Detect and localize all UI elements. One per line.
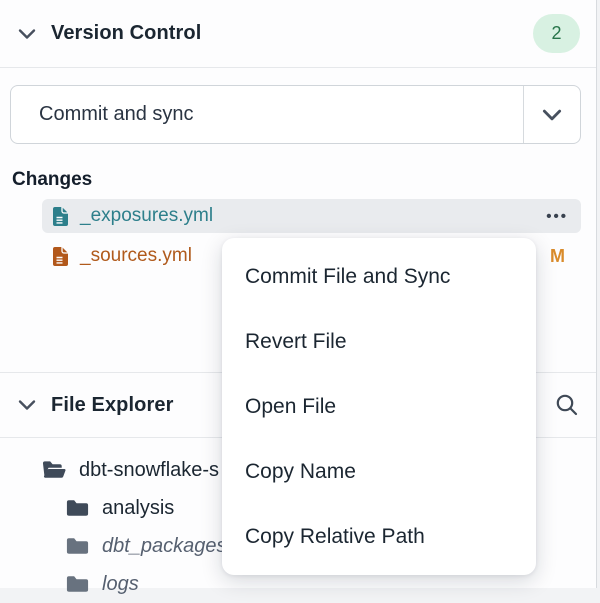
changes-section-label: Changes — [12, 169, 596, 191]
chevron-down-icon[interactable] — [16, 23, 38, 45]
chevron-down-icon — [540, 103, 564, 127]
commit-action-selected[interactable]: Commit and sync — [11, 86, 523, 143]
menu-item-revert-file[interactable]: Revert File — [222, 309, 536, 374]
commit-action-caret-button[interactable] — [523, 86, 580, 143]
file-document-icon — [52, 206, 69, 227]
changes-count-badge: 2 — [533, 14, 580, 53]
chevron-down-icon[interactable] — [16, 394, 38, 416]
search-icon[interactable] — [554, 392, 580, 418]
menu-item-copy-name[interactable]: Copy Name — [222, 439, 536, 504]
menu-item-open-file[interactable]: Open File — [222, 374, 536, 439]
tree-item-label[interactable]: logs — [102, 573, 139, 596]
tree-item-label[interactable]: dbt-snowflake-s — [79, 459, 219, 482]
changed-file-name[interactable]: _exposures.yml — [80, 205, 546, 227]
file-context-menu: Commit File and Sync Revert File Open Fi… — [222, 238, 536, 575]
folder-icon — [65, 574, 90, 594]
file-explorer-title: File Explorer — [51, 394, 173, 417]
menu-item-copy-relative-path[interactable]: Copy Relative Path — [222, 504, 536, 569]
folder-icon — [65, 498, 90, 518]
changed-file-row-exposures[interactable]: _exposures.yml ••• — [42, 199, 581, 233]
file-options-ellipsis-button[interactable]: ••• — [546, 209, 568, 224]
version-control-title: Version Control — [51, 22, 201, 45]
tree-item-label[interactable]: dbt_packages — [102, 535, 227, 558]
folder-open-icon — [42, 460, 67, 480]
tree-item-label[interactable]: analysis — [102, 497, 174, 520]
file-document-icon — [52, 246, 69, 267]
commit-action-dropdown[interactable]: Commit and sync — [10, 85, 581, 144]
menu-item-commit-file-and-sync[interactable]: Commit File and Sync — [222, 244, 536, 309]
version-control-header: Version Control 2 — [0, 0, 596, 68]
folder-icon — [65, 536, 90, 556]
modified-status-badge: M — [550, 246, 568, 267]
